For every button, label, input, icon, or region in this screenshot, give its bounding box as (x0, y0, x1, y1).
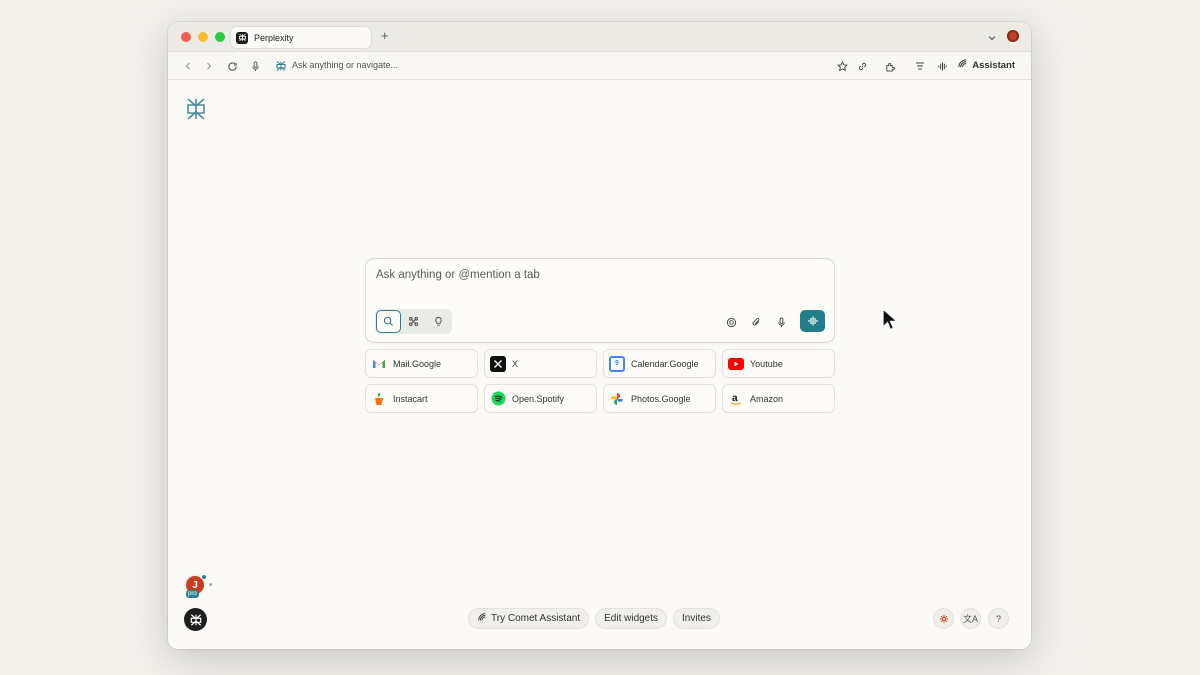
chevron-down-icon[interactable] (987, 30, 997, 48)
shortcut-instacart[interactable]: Instacart (365, 384, 478, 413)
google-calendar-icon: 9 (609, 355, 625, 372)
toolbar: Ask anything or navigate... Assistant (168, 52, 1031, 80)
settings-gear-icon[interactable] (933, 608, 954, 629)
menu-lines-icon[interactable] (913, 59, 927, 73)
search-mode-button[interactable] (376, 310, 401, 333)
shortcut-x[interactable]: X (484, 349, 597, 378)
shortcut-open-spotify[interactable]: Open.Spotify (484, 384, 597, 413)
search-box[interactable]: Ask anything or @mention a tab (365, 258, 835, 343)
amazon-icon: a (728, 391, 744, 407)
try-comet-assistant-button[interactable]: Try Comet Assistant (468, 608, 590, 629)
shortcut-label: Open.Spotify (512, 393, 565, 404)
omnibox-input[interactable]: Ask anything or navigate... (292, 60, 398, 70)
shortcut-label: X (512, 358, 519, 369)
shortcut-label: Photos.Google (631, 393, 691, 404)
shortcut-label: Amazon (750, 393, 784, 404)
perplexity-omnibox-icon (274, 59, 288, 73)
help-button[interactable]: ? (988, 608, 1009, 629)
mouse-cursor-icon (882, 307, 899, 337)
browser-window: Perplexity + Ask anything or navigate... (168, 22, 1031, 649)
perplexity-logo-icon (184, 97, 208, 126)
assistant-label: Assistant (972, 59, 1015, 71)
research-mode-button[interactable] (401, 310, 426, 333)
assistant-button[interactable]: Assistant (957, 58, 1015, 72)
microphone-icon[interactable] (248, 59, 262, 73)
globe-icon[interactable] (724, 315, 738, 329)
instacart-icon (371, 391, 387, 407)
spotify-icon (490, 391, 506, 407)
window-controls (181, 32, 225, 42)
back-arrow-icon[interactable] (181, 59, 195, 73)
avatar-initial: J (192, 579, 198, 591)
svg-text:a: a (732, 393, 738, 404)
shortcut-calendar-google[interactable]: 9 Calendar.Google (603, 349, 716, 378)
voice-wave-icon[interactable] (935, 59, 949, 73)
shortcut-label: Mail.Google (393, 358, 442, 369)
x-icon (490, 355, 506, 372)
invites-button[interactable]: Invites (673, 608, 720, 629)
voice-mode-button[interactable] (800, 310, 825, 332)
tab-title: Perplexity (254, 32, 294, 43)
comet-icon (477, 612, 487, 625)
voice-wave-icon (807, 316, 818, 326)
youtube-icon (728, 356, 744, 372)
perplexity-favicon-icon (236, 31, 248, 44)
mode-selector (375, 309, 452, 334)
lightbulb-icon (435, 316, 442, 326)
comet-icon (957, 58, 968, 72)
notification-dot (201, 574, 207, 580)
labs-mode-button[interactable] (426, 310, 451, 333)
new-tab-button[interactable]: + (381, 29, 389, 43)
close-window-button[interactable] (181, 32, 191, 42)
shortcut-mail-google[interactable]: Mail.Google (365, 349, 478, 378)
shortcut-amazon[interactable]: a Amazon (722, 384, 835, 413)
perplexity-home-icon[interactable] (184, 608, 207, 631)
bottom-bar: Try Comet Assistant Edit widgets Invites (468, 608, 720, 629)
maximize-window-button[interactable] (215, 32, 225, 42)
link-icon[interactable] (855, 59, 869, 73)
search-icon (383, 316, 394, 327)
reload-icon[interactable] (225, 59, 239, 73)
shortcut-label: Youtube (750, 358, 783, 369)
tab-strip: Perplexity + (168, 22, 1031, 52)
shortcut-label: Instacart (393, 393, 428, 404)
shortcut-label: Calendar.Google (631, 358, 699, 369)
tab-perplexity[interactable]: Perplexity (231, 27, 371, 48)
google-photos-icon (609, 391, 625, 407)
chevron-down-icon[interactable]: ▾ (209, 581, 213, 589)
star-bookmark-icon[interactable] (835, 59, 849, 73)
edit-widgets-button[interactable]: Edit widgets (595, 608, 668, 629)
try-assistant-label: Try Comet Assistant (491, 613, 581, 624)
translate-icon[interactable]: 文A (960, 608, 981, 629)
microphone-icon[interactable] (774, 315, 788, 329)
pro-badge: pro (186, 590, 199, 598)
shortcut-grid: Mail.Google X 9 Calendar.Google Youtube … (365, 349, 835, 413)
shortcut-photos-google[interactable]: Photos.Google (603, 384, 716, 413)
minimize-window-button[interactable] (198, 32, 208, 42)
gmail-icon (371, 356, 387, 372)
search-input[interactable]: Ask anything or @mention a tab (376, 269, 540, 281)
extensions-icon[interactable] (883, 59, 897, 73)
forward-arrow-icon[interactable] (202, 59, 216, 73)
paperclip-icon[interactable] (749, 315, 763, 329)
research-icon (408, 316, 419, 327)
profile-avatar-icon[interactable] (1007, 30, 1019, 42)
shortcut-youtube[interactable]: Youtube (722, 349, 835, 378)
